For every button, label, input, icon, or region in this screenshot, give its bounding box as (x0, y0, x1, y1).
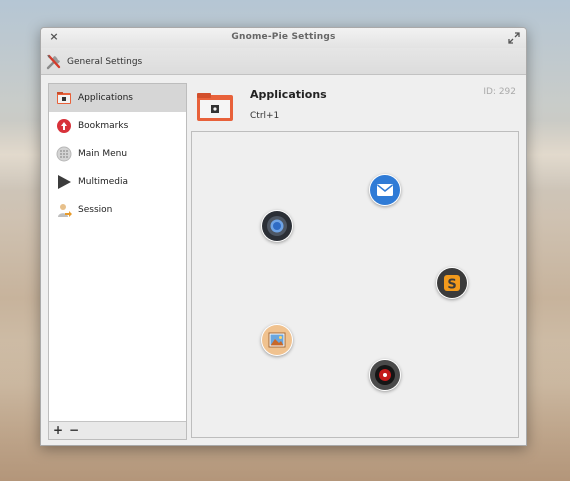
multimedia-icon (56, 174, 72, 190)
main-menu-icon (56, 146, 72, 162)
settings-tools-icon (46, 54, 61, 70)
screen-recorder-icon (370, 360, 400, 390)
bookmarks-icon (56, 118, 72, 134)
general-settings-button[interactable]: General Settings (45, 51, 148, 73)
sidebar-item-label: Applications (78, 93, 133, 103)
sidebar-item-applications[interactable]: Applications (49, 84, 186, 112)
pie-list-toolbar: + − (49, 421, 186, 439)
mail-icon (370, 175, 400, 205)
slice-mail[interactable] (369, 174, 401, 206)
pie-list: Applications Bookmarks Main Menu Multime… (48, 83, 187, 440)
maximize-icon[interactable] (508, 32, 520, 44)
pie-preview-area: S (191, 131, 519, 438)
slice-sublime-text[interactable]: S (436, 267, 468, 299)
pie-name-label[interactable]: Applications (250, 88, 327, 101)
sidebar-item-multimedia[interactable]: Multimedia (49, 168, 186, 196)
pie-icon-button[interactable] (196, 92, 234, 122)
sidebar-item-label: Session (78, 205, 113, 215)
slice-chromium-browser[interactable] (261, 210, 293, 242)
window-title: Gnome-Pie Settings (231, 32, 336, 42)
toolbar: General Settings (41, 48, 526, 75)
settings-window: × Gnome-Pie Settings General Settings Ap… (40, 27, 527, 446)
pie-hotkey-label[interactable]: Ctrl+1 (250, 111, 279, 121)
slice-image-viewer[interactable] (261, 324, 293, 356)
sidebar-item-label: Multimedia (78, 177, 129, 187)
sidebar-item-bookmarks[interactable]: Bookmarks (49, 112, 186, 140)
svg-text:S: S (447, 278, 456, 293)
sidebar-item-label: Bookmarks (78, 121, 129, 131)
general-settings-label: General Settings (67, 57, 143, 67)
pie-id-label: ID: 292 (483, 87, 516, 97)
image-viewer-icon (262, 325, 292, 355)
sidebar-item-label: Main Menu (78, 149, 128, 159)
titlebar: × Gnome-Pie Settings (41, 28, 526, 48)
sublime-text-icon: S (437, 268, 467, 298)
chromium-browser-icon (262, 211, 292, 241)
add-pie-button[interactable]: + (51, 422, 65, 439)
slice-screen-recorder[interactable] (369, 359, 401, 391)
sidebar-item-session[interactable]: Session (49, 196, 186, 224)
session-icon (56, 202, 72, 218)
applications-icon (56, 90, 72, 106)
sidebar-item-main-menu[interactable]: Main Menu (49, 140, 186, 168)
remove-pie-button[interactable]: − (67, 422, 81, 439)
